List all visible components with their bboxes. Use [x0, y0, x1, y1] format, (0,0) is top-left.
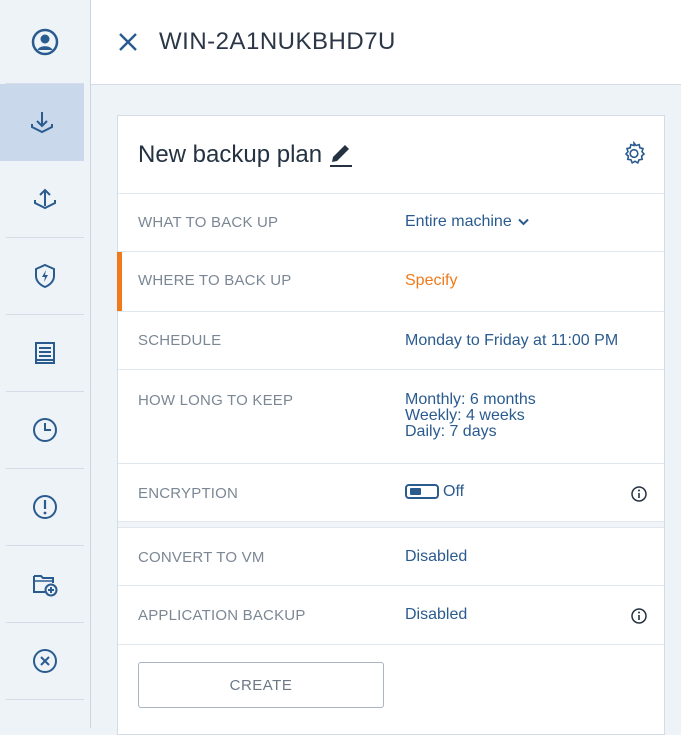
convert-to-vm-value[interactable]: Disabled — [405, 548, 467, 566]
encryption-state: Off — [443, 483, 465, 500]
sidebar-item-add-folder[interactable] — [6, 546, 84, 623]
encryption-label: ENCRYPTION — [138, 485, 239, 502]
close-icon[interactable] — [117, 31, 139, 53]
sidebar-item-backup[interactable] — [0, 84, 84, 161]
plan-title: New backup plan — [138, 140, 323, 168]
add-folder-icon — [33, 575, 58, 597]
recovery-icon — [34, 188, 56, 210]
backup-icon — [31, 112, 53, 134]
alert-icon — [33, 495, 57, 519]
schedule-label: SCHEDULE — [138, 332, 222, 349]
row-encryption[interactable]: ENCRYPTION Off — [118, 464, 664, 522]
edit-icon[interactable] — [328, 142, 354, 168]
account-icon — [31, 28, 59, 55]
what-to-back-up-label: WHAT TO BACK UP — [138, 214, 279, 231]
row-convert-to-vm[interactable]: CONVERT TO VM Disabled — [118, 528, 664, 586]
row-application-backup[interactable]: APPLICATION BACKUP Disabled — [118, 586, 664, 645]
retention-weekly: Weekly: 4 weeks — [405, 407, 525, 424]
schedule-value[interactable]: Monday to Friday at 11:00 PM — [405, 332, 618, 350]
retention-monthly: Monthly: 6 months — [405, 391, 536, 408]
gear-icon[interactable] — [622, 141, 646, 165]
row-how-long-to-keep[interactable]: HOW LONG TO KEEP Monthly: 6 months Weekl… — [118, 370, 664, 464]
row-schedule[interactable]: SCHEDULE Monday to Friday at 11:00 PM — [118, 312, 664, 370]
header: WIN-2A1NUKBHD7U — [91, 0, 681, 85]
chevron-down-icon — [518, 218, 529, 226]
machine-title: WIN-2A1NUKBHD7U — [159, 28, 396, 55]
protection-icon — [35, 263, 55, 289]
row-what-to-back-up[interactable]: WHAT TO BACK UP Entire machine — [118, 194, 664, 252]
info-icon[interactable] — [630, 607, 648, 625]
what-to-back-up-value[interactable]: Entire machine — [405, 213, 529, 231]
sidebar-item-protection[interactable] — [6, 238, 84, 315]
create-button[interactable]: CREATE — [138, 662, 384, 708]
sidebar-item-history[interactable] — [6, 392, 84, 469]
report-icon — [35, 342, 55, 364]
sidebar — [0, 0, 91, 728]
convert-to-vm-label: CONVERT TO VM — [138, 549, 265, 566]
sidebar-item-recovery[interactable] — [6, 161, 84, 238]
sidebar-item-alerts[interactable] — [6, 469, 84, 546]
sidebar-item-account[interactable] — [6, 0, 84, 84]
retention-daily: Daily: 7 days — [405, 423, 497, 440]
how-long-to-keep-label: HOW LONG TO KEEP — [138, 392, 294, 409]
where-to-back-up-label: WHERE TO BACK UP — [138, 272, 292, 289]
info-icon[interactable] — [630, 485, 648, 503]
toggle-switch[interactable] — [405, 484, 439, 500]
sidebar-item-reports[interactable] — [6, 315, 84, 392]
history-icon — [33, 418, 57, 442]
application-backup-label: APPLICATION BACKUP — [138, 607, 306, 624]
retention-value[interactable]: Monthly: 6 months Weekly: 4 weeks Daily:… — [405, 392, 536, 440]
remove-icon — [33, 649, 57, 673]
backup-plan-panel: New backup plan WHAT TO BACK UP Entire m… — [117, 115, 665, 735]
plan-header: New backup plan — [118, 116, 664, 194]
row-where-to-back-up[interactable]: WHERE TO BACK UP Specify — [117, 252, 664, 312]
application-backup-value[interactable]: Disabled — [405, 606, 467, 624]
where-to-back-up-value[interactable]: Specify — [405, 272, 457, 290]
sidebar-item-remove[interactable] — [6, 623, 84, 700]
encryption-toggle[interactable]: Off — [405, 483, 464, 501]
